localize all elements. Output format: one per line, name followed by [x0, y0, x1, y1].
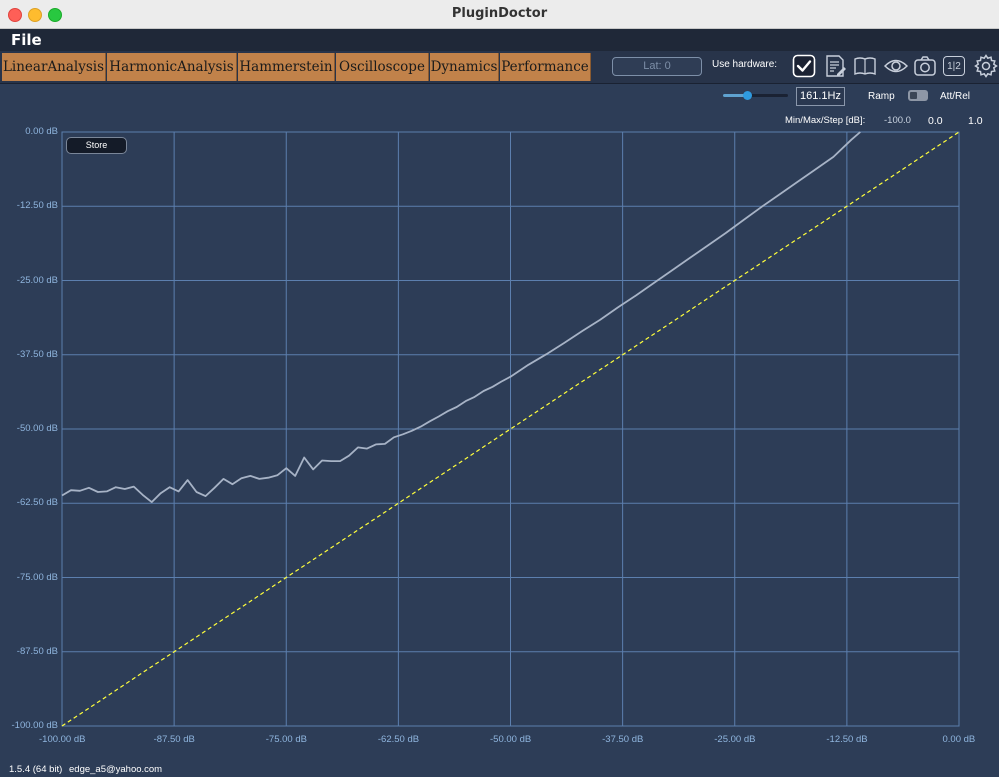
y-tick-label: -12.50 dB [16, 200, 58, 212]
y-tick-label: -100.00 dB [11, 720, 58, 731]
y-tick-label: -87.50 dB [16, 645, 58, 657]
x-tick-label: -62.50 dB [377, 734, 420, 745]
x-tick-label: 0.00 dB [942, 734, 976, 745]
y-tick-label: -37.50 dB [16, 348, 58, 360]
version-text: 1.5.4 (64 bit) [9, 764, 63, 775]
y-tick-label: 0.00 dB [25, 126, 58, 137]
x-tick-label: -87.50 dB [153, 734, 195, 745]
store-button[interactable]: Store [66, 137, 127, 154]
x-tick-label: -100.00 dB [39, 734, 86, 745]
dynamics-plot[interactable] [0, 0, 999, 777]
y-tick-label: -62.50 dB [16, 497, 58, 509]
x-tick-label: -75.00 dB [265, 734, 307, 745]
x-tick-label: -50.00 dB [490, 734, 532, 745]
y-tick-label: -75.00 dB [16, 571, 58, 583]
y-tick-label: -50.00 dB [16, 423, 58, 434]
x-tick-label: -12.50 dB [826, 734, 868, 745]
transfer-curve-line [61, 131, 861, 504]
user-email: edge_a5@yahoo.com [69, 764, 163, 775]
y-tick-label: -25.00 dB [16, 274, 58, 286]
x-tick-label: -37.50 dB [602, 734, 644, 745]
x-tick-label: -25.00 dB [714, 734, 756, 745]
